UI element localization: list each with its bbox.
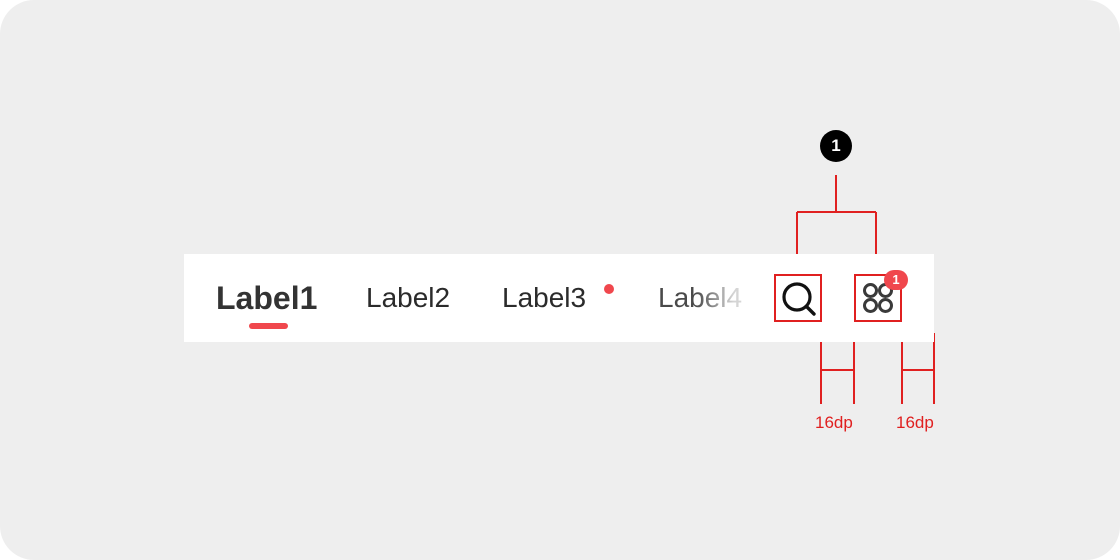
active-tab-indicator	[249, 323, 288, 329]
tab-label3[interactable]: Label3	[502, 254, 586, 342]
tab-label2[interactable]: Label2	[366, 254, 450, 342]
callout-number: 1	[831, 136, 841, 155]
tab-label4[interactable]: Label4	[658, 254, 742, 342]
tab-label: Label1	[216, 280, 318, 316]
search-button[interactable]	[774, 274, 822, 322]
badge-count: 1	[892, 272, 900, 287]
tab-label: Label3	[502, 282, 587, 313]
search-icon	[782, 282, 816, 316]
callout-marker: 1	[820, 130, 852, 162]
tab-label: Label2	[366, 282, 451, 313]
unread-dot	[604, 284, 614, 294]
spec-canvas: 1 Label1 Label2 Label3 Label4 1 16dp 16d…	[0, 0, 1120, 560]
tab-label: Label4	[658, 282, 743, 313]
spacing-label-right: 16dp	[896, 413, 934, 432]
spacing-label-left: 16dp	[815, 413, 853, 432]
notification-badge: 1	[884, 270, 908, 290]
